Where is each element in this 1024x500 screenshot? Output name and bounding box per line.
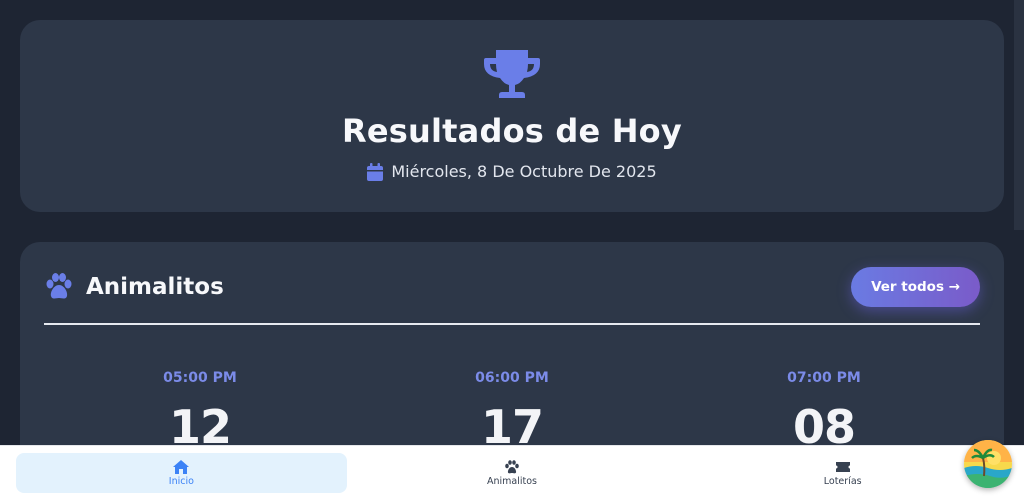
result-time: 06:00 PM xyxy=(475,370,549,386)
ticket-icon xyxy=(835,461,850,472)
page-title: Resultados de Hoy xyxy=(342,112,682,150)
nav-item-animalitos[interactable]: Animalitos xyxy=(347,453,678,493)
result-item[interactable]: 05:00 PM 12 xyxy=(44,342,356,454)
result-time: 05:00 PM xyxy=(163,370,237,386)
result-item[interactable]: 07:00 PM 08 xyxy=(668,342,980,454)
nav-label: Animalitos xyxy=(487,475,538,487)
current-date: Miércoles, 8 De Octubre De 2025 xyxy=(391,162,657,181)
nav-item-loterias[interactable]: Loterías xyxy=(677,453,1008,493)
nav-label: Loterías xyxy=(823,475,862,487)
scrollbar[interactable] xyxy=(1014,0,1024,230)
paw-icon xyxy=(46,273,72,299)
home-icon xyxy=(173,459,190,474)
nav-item-inicio[interactable]: Inicio xyxy=(16,453,347,493)
card-header: Animalitos Ver todos → xyxy=(44,266,980,308)
result-item[interactable]: 06:00 PM 17 xyxy=(356,342,668,454)
today-results-header: Resultados de Hoy Miércoles, 8 De Octubr… xyxy=(20,20,1004,212)
date-line: Miércoles, 8 De Octubre De 2025 xyxy=(367,162,657,181)
nav-label: Inicio xyxy=(168,475,194,487)
result-time: 07:00 PM xyxy=(787,370,861,386)
app-logo[interactable] xyxy=(964,440,1012,488)
paw-icon xyxy=(505,459,519,473)
view-all-button[interactable]: Ver todos → xyxy=(851,267,980,307)
card-title-group: Animalitos xyxy=(44,273,224,301)
divider xyxy=(44,323,980,325)
results-row: 05:00 PM 12 06:00 PM 17 07:00 PM 08 xyxy=(44,342,980,454)
section-title: Animalitos xyxy=(86,274,224,300)
bottom-navigation: Inicio Animalitos Loterías xyxy=(0,445,1024,500)
beach-logo-icon xyxy=(964,440,1012,488)
calendar-icon xyxy=(367,162,384,181)
trophy-icon xyxy=(484,50,540,98)
